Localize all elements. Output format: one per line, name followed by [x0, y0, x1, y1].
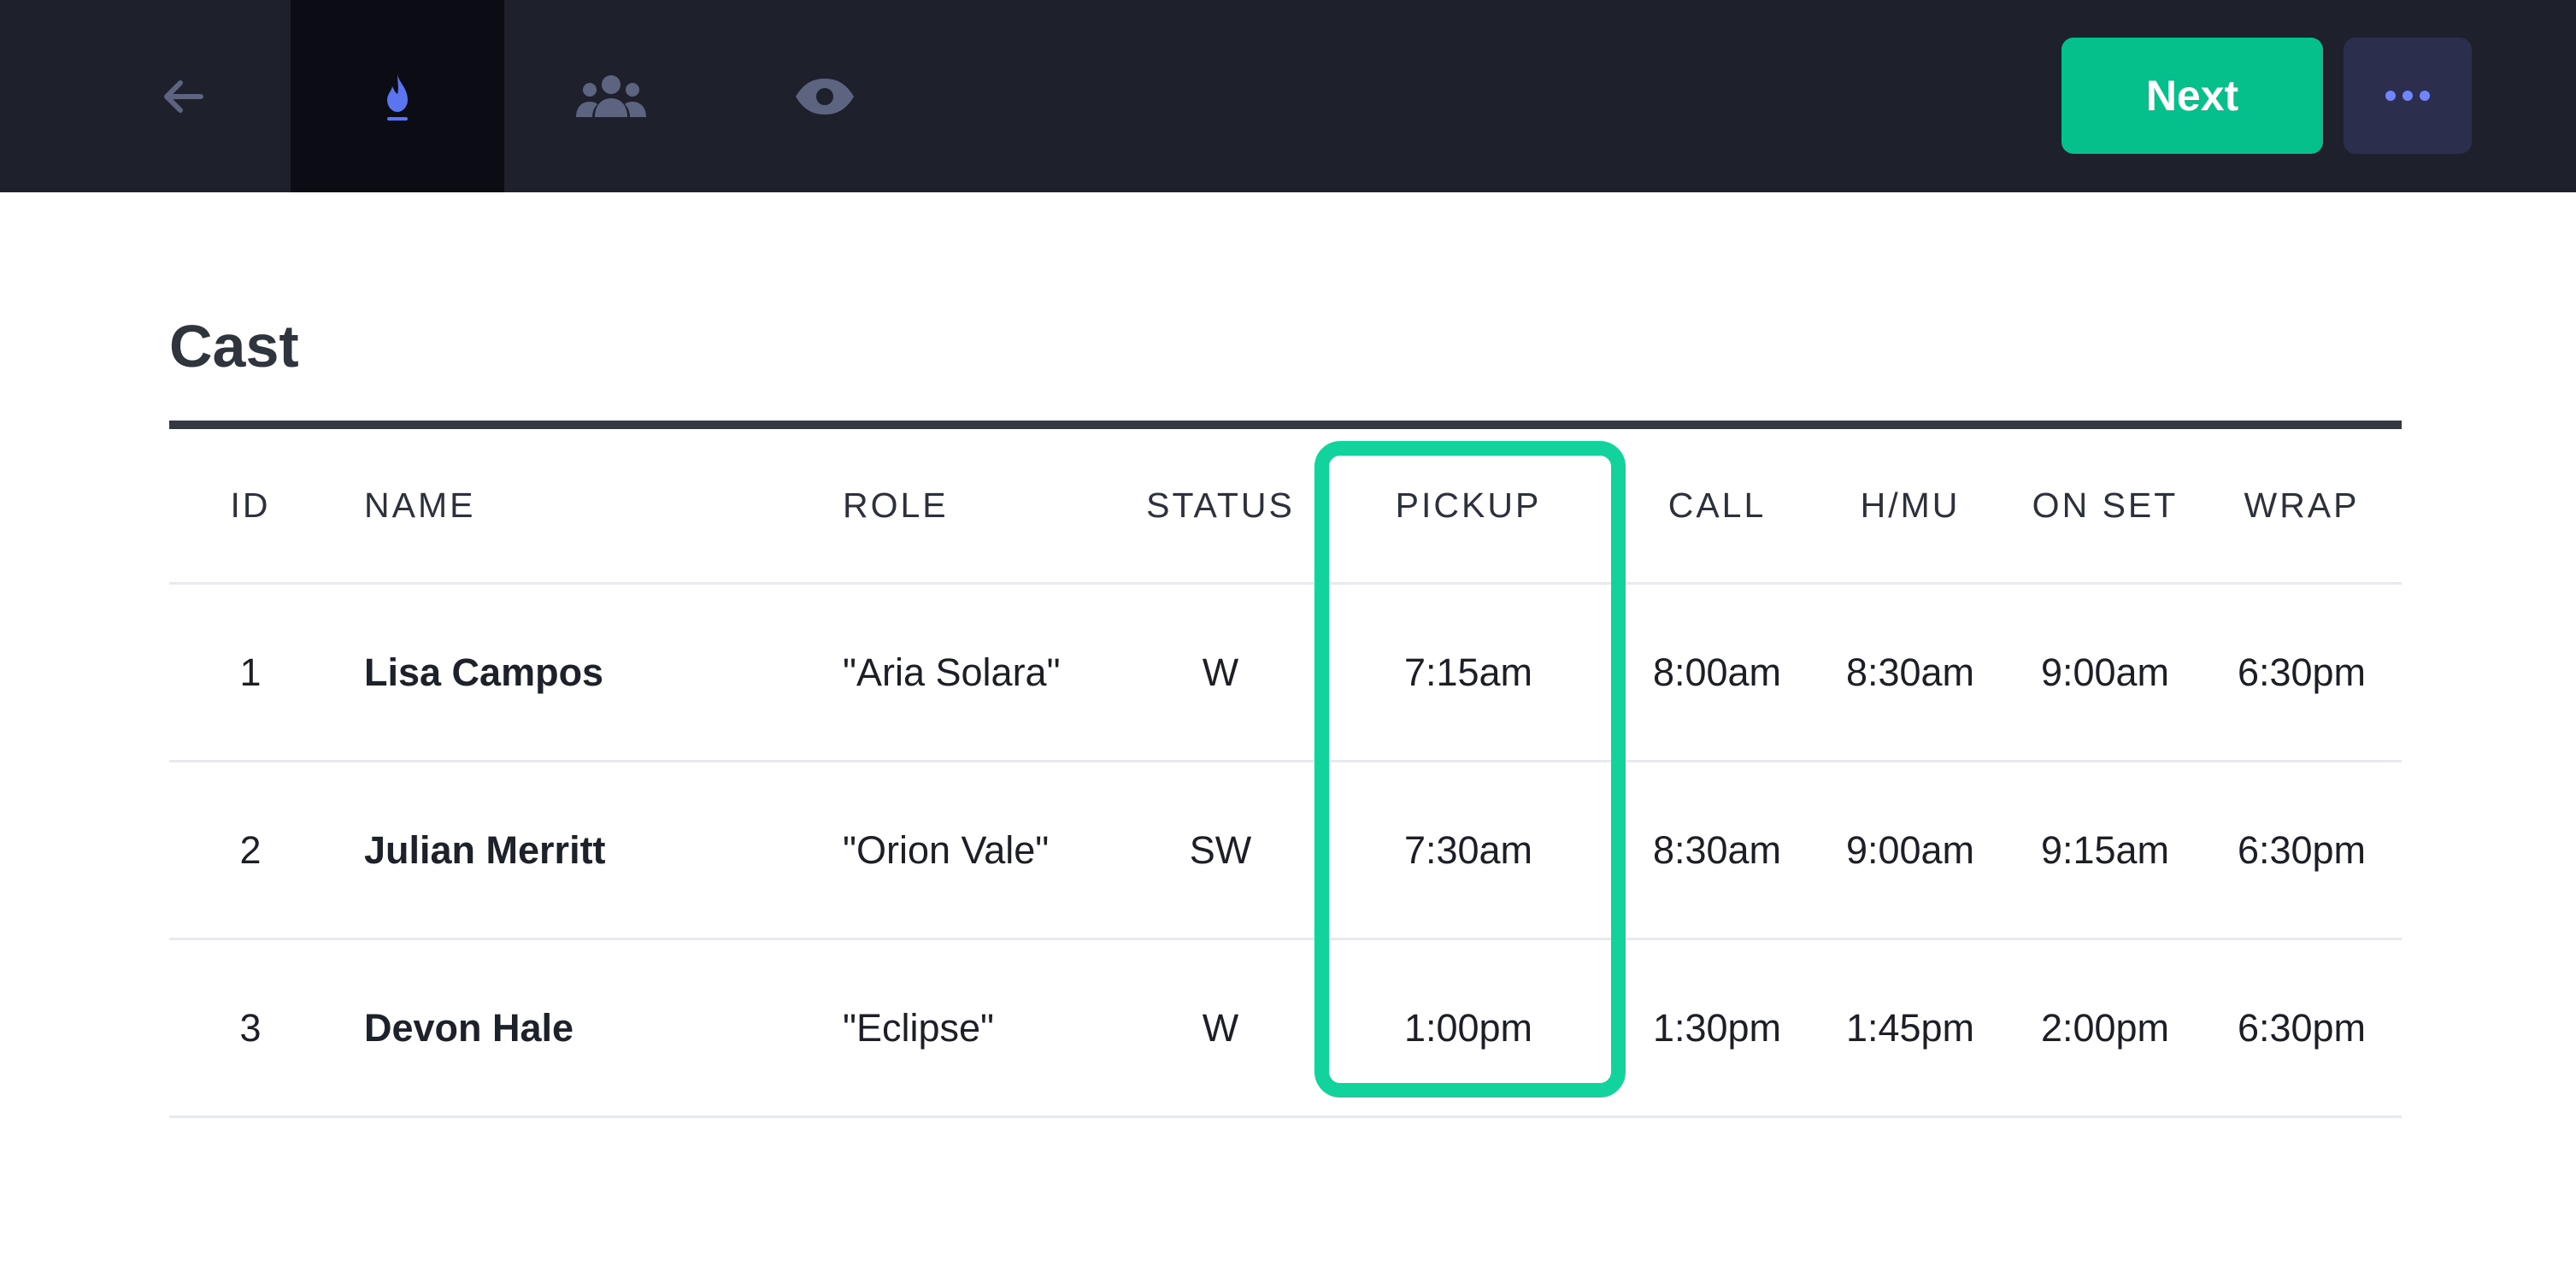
cell-wrap: 6:30pm [2237, 827, 2367, 872]
tab-preview[interactable] [718, 0, 932, 192]
cell-status: W [1202, 1005, 1239, 1050]
cell-wrap: 6:30pm [2237, 650, 2367, 694]
cell-on-set: 9:00am [2040, 650, 2170, 694]
cell-id: 3 [239, 1005, 262, 1050]
tab-breakdown[interactable] [291, 0, 504, 192]
next-button[interactable]: Next [2061, 38, 2323, 154]
arrow-left-icon [164, 79, 203, 113]
cell-name: Devon Hale [364, 1005, 574, 1050]
cell-wrap: 6:30pm [2237, 1005, 2367, 1050]
cell-pickup: 7:15am [1403, 650, 1533, 694]
more-options-button[interactable] [2344, 38, 2472, 154]
cell-pickup: 7:30am [1403, 827, 1533, 872]
title-divider [169, 421, 2402, 429]
header-id[interactable]: ID [169, 429, 332, 582]
table-row[interactable]: 3 Devon Hale "Eclipse" W 1:00pm 1:30pm 1… [169, 940, 2402, 1118]
ellipsis-icon [2385, 91, 2430, 101]
cell-on-set: 9:15am [2040, 827, 2170, 872]
cast-table: ID NAME ROLE STATUS PICKUP CALL H/MU ON … [169, 429, 2402, 1118]
cell-hmu: 8:30am [1845, 650, 1975, 694]
header-on-set[interactable]: ON SET [2008, 429, 2202, 582]
cell-hmu: 9:00am [1845, 827, 1975, 872]
cell-role: "Orion Vale" [843, 827, 1050, 872]
section-title: Cast [169, 313, 299, 380]
cell-status: SW [1189, 827, 1252, 872]
cell-on-set: 2:00pm [2040, 1005, 2170, 1050]
cell-call: 8:30am [1652, 827, 1782, 872]
table-row[interactable]: 1 Lisa Campos "Aria Solara" W 7:15am 8:0… [169, 585, 2402, 762]
header-name[interactable]: NAME [364, 429, 826, 582]
header-role[interactable]: ROLE [843, 429, 1133, 582]
cell-name: Julian Merritt [364, 827, 606, 872]
people-icon [576, 74, 646, 117]
table-header-row: ID NAME ROLE STATUS PICKUP CALL H/MU ON … [169, 429, 2402, 585]
table-row[interactable]: 2 Julian Merritt "Orion Vale" SW 7:30am … [169, 762, 2402, 940]
cell-pickup: 1:00pm [1403, 1005, 1533, 1050]
header-hmu[interactable]: H/MU [1812, 429, 2008, 582]
cell-name: Lisa Campos [364, 650, 604, 694]
header-pickup[interactable]: PICKUP [1314, 429, 1622, 582]
cell-call: 8:00am [1652, 650, 1782, 694]
back-tab[interactable] [77, 0, 291, 192]
cell-role: "Eclipse" [843, 1005, 995, 1050]
header-status[interactable]: STATUS [1126, 429, 1314, 582]
cell-id: 1 [239, 650, 262, 694]
flame-icon [387, 74, 408, 121]
cell-call: 1:30pm [1652, 1005, 1782, 1050]
header-call[interactable]: CALL [1622, 429, 1812, 582]
eye-icon [796, 78, 854, 115]
header-wrap[interactable]: WRAP [2202, 429, 2402, 582]
top-toolbar: Next [0, 0, 2576, 192]
cell-id: 2 [239, 827, 262, 872]
cell-role: "Aria Solara" [843, 650, 1061, 694]
cell-status: W [1202, 650, 1239, 694]
tab-cast[interactable] [504, 0, 718, 192]
cell-hmu: 1:45pm [1845, 1005, 1975, 1050]
